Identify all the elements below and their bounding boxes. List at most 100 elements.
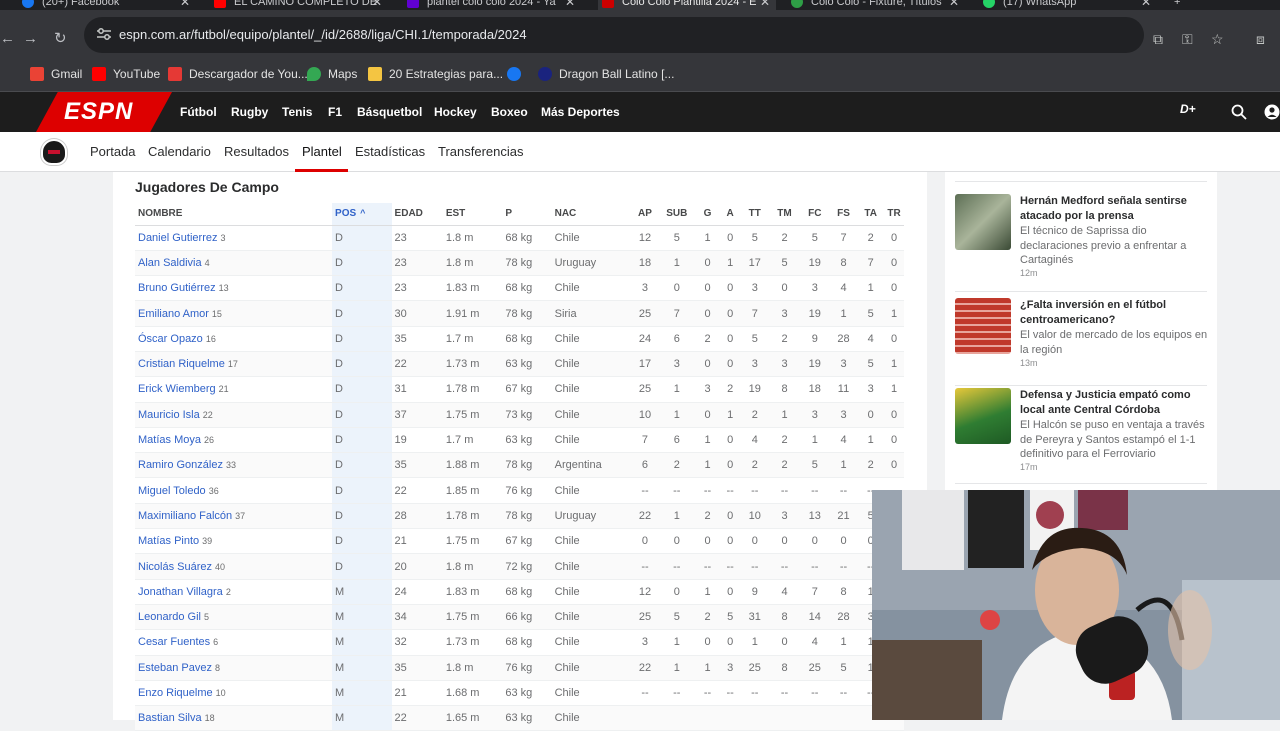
nav-basquetbol[interactable]: Básquetbol: [357, 105, 422, 119]
close-icon[interactable]: ✕: [760, 0, 770, 9]
bookmark-facebook[interactable]: [507, 67, 528, 81]
subnav-plantel[interactable]: Plantel: [302, 144, 342, 159]
url-field[interactable]: espn.com.ar/futbol/equipo/plantel/_/id/2…: [84, 17, 1144, 53]
player-name-link[interactable]: Cristian Riquelme: [138, 358, 225, 370]
column-header-fc[interactable]: FC: [799, 203, 830, 226]
column-header-edad[interactable]: EDAD: [391, 203, 443, 226]
table-row: Daniel Gutierrez 3 D 23 1.8 m 68 kg Chile 12 5 1 0…: [135, 225, 904, 251]
subnav-portada[interactable]: Portada: [90, 144, 136, 159]
column-header-g[interactable]: G: [695, 203, 720, 226]
player-name-link[interactable]: Alan Saldivia: [138, 257, 202, 269]
column-header-ap[interactable]: AP: [631, 203, 659, 226]
browser-tab[interactable]: (17) WhatsApp ✕: [983, 0, 1153, 10]
reload-icon[interactable]: ↻: [54, 29, 67, 47]
column-header-nombre[interactable]: NOMBRE: [135, 203, 333, 226]
news-title[interactable]: ¿Falta inversión en el fútbol centroamer…: [1020, 298, 1210, 327]
news-thumbnail[interactable]: [955, 298, 1011, 354]
player-name-link[interactable]: Ramiro González: [138, 459, 223, 471]
column-header-tt[interactable]: TT: [740, 203, 770, 226]
subnav-resultados[interactable]: Resultados: [224, 144, 289, 159]
browser-tab[interactable]: EL CAMINO COMPLETO DE ✕: [214, 0, 384, 10]
browser-tab[interactable]: Colo Colo - Fixture, Títulos ✕: [791, 0, 961, 10]
nav-tenis[interactable]: Tenis: [282, 105, 312, 119]
player-name-link[interactable]: Daniel Gutierrez: [138, 232, 217, 244]
bookmark-gmail[interactable]: Gmail: [30, 67, 82, 81]
nav-mas-deportes[interactable]: Más Deportes: [541, 105, 620, 119]
column-header-nac[interactable]: NAC: [551, 203, 632, 226]
cell-p: 78 kg: [502, 503, 552, 530]
close-icon[interactable]: ✕: [372, 0, 382, 9]
cell-tt: 10: [740, 503, 770, 530]
install-icon[interactable]: ⧉: [1153, 31, 1163, 48]
player-name-link[interactable]: Leonardo Gil: [138, 611, 201, 623]
close-icon[interactable]: ✕: [949, 0, 959, 9]
player-name-link[interactable]: Matías Pinto: [138, 535, 199, 547]
player-name-link[interactable]: Esteban Pavez: [138, 662, 212, 674]
column-header-sub[interactable]: SUB: [658, 203, 696, 226]
news-item[interactable]: Defensa y Justicia empató como local ant…: [955, 388, 1207, 484]
back-icon[interactable]: ←: [0, 30, 15, 47]
player-name-link[interactable]: Bruno Gutiérrez: [138, 282, 216, 294]
player-name-link[interactable]: Emiliano Amor: [138, 308, 209, 320]
nav-boxeo[interactable]: Boxeo: [491, 105, 528, 119]
forward-icon[interactable]: →: [23, 30, 38, 47]
cell-tm: 0: [769, 275, 800, 302]
bookmark-descargador[interactable]: Descargador de You...: [168, 67, 308, 81]
bookmark-estrategias[interactable]: 20 Estrategias para...: [368, 67, 503, 81]
news-title[interactable]: Hernán Medford señala sentirse atacado p…: [1020, 194, 1210, 223]
player-name-link[interactable]: Nicolás Suárez: [138, 561, 212, 573]
espn-logo[interactable]: ESPN: [36, 92, 172, 132]
sort-ascending-icon[interactable]: ^: [360, 208, 365, 218]
column-header-pos[interactable]: POS ^: [332, 203, 392, 226]
column-header-a[interactable]: A: [719, 203, 741, 226]
site-settings-icon[interactable]: [96, 27, 112, 41]
nav-futbol[interactable]: Fútbol: [180, 105, 217, 119]
player-name-link[interactable]: Erick Wiemberg: [138, 383, 216, 395]
browser-tab-active[interactable]: Colo Colo Plantilla 2024 - E ✕: [598, 0, 776, 10]
news-thumbnail[interactable]: [955, 194, 1011, 250]
player-name-link[interactable]: Bastian Silva: [138, 712, 202, 724]
column-header-tr[interactable]: TR: [884, 203, 904, 226]
team-crest-icon[interactable]: [41, 139, 67, 165]
nav-f1[interactable]: F1: [328, 105, 342, 119]
player-name-link[interactable]: Mauricio Isla: [138, 409, 200, 421]
nav-rugby[interactable]: Rugby: [231, 105, 268, 119]
close-icon[interactable]: ✕: [180, 0, 190, 9]
column-header-fs[interactable]: FS: [829, 203, 858, 226]
bookmark-star-icon[interactable]: ☆: [1211, 31, 1224, 48]
news-title[interactable]: Defensa y Justicia empató como local ant…: [1020, 388, 1210, 417]
table-row: Bruno Gutiérrez 13 D 23 1.83 m 68 kg Chile 3 0 0 0…: [135, 275, 904, 302]
browser-tab[interactable]: plantel colo colo 2024 - Ya ✕: [407, 0, 577, 10]
user-icon[interactable]: [1264, 104, 1280, 120]
news-item[interactable]: ¿Falta inversión en el fútbol centroamer…: [955, 298, 1207, 386]
player-name-link[interactable]: Matías Moya: [138, 434, 201, 446]
browser-tab[interactable]: (20+) Facebook ✕: [22, 0, 192, 10]
subnav-estadisticas[interactable]: Estadísticas: [355, 144, 425, 159]
player-name-link[interactable]: Miguel Toledo: [138, 485, 206, 497]
password-key-icon[interactable]: ⚿: [1182, 31, 1193, 48]
disney-plus-icon[interactable]: D+: [1180, 102, 1196, 116]
close-icon[interactable]: ✕: [1141, 0, 1151, 9]
player-name-link[interactable]: Maximiliano Falcón: [138, 510, 232, 522]
bookmark-youtube[interactable]: YouTube: [92, 67, 160, 81]
new-tab-button[interactable]: +: [1174, 0, 1188, 10]
subnav-transferencias[interactable]: Transferencias: [438, 144, 524, 159]
close-icon[interactable]: ✕: [565, 0, 575, 9]
player-name-link[interactable]: Cesar Fuentes: [138, 636, 210, 648]
extensions-icon[interactable]: ⧈: [1256, 31, 1265, 48]
column-header-tm[interactable]: TM: [769, 203, 800, 226]
column-header-p[interactable]: P: [502, 203, 552, 226]
cell-ta: 0: [857, 402, 885, 428]
news-item[interactable]: Hernán Medford señala sentirse atacado p…: [955, 194, 1207, 292]
player-name-link[interactable]: Enzo Riquelme: [138, 687, 213, 699]
news-thumbnail[interactable]: [955, 388, 1011, 444]
player-name-link[interactable]: Óscar Opazo: [138, 333, 203, 345]
column-header-est[interactable]: EST: [442, 203, 503, 226]
subnav-calendario[interactable]: Calendario: [148, 144, 211, 159]
column-header-ta[interactable]: TA: [857, 203, 885, 226]
player-name-link[interactable]: Jonathan Villagra: [138, 586, 223, 598]
search-icon[interactable]: [1231, 104, 1247, 120]
nav-hockey[interactable]: Hockey: [434, 105, 477, 119]
bookmark-dragon-ball[interactable]: Dragon Ball Latino [...: [538, 67, 674, 81]
bookmark-maps[interactable]: Maps: [307, 67, 357, 81]
